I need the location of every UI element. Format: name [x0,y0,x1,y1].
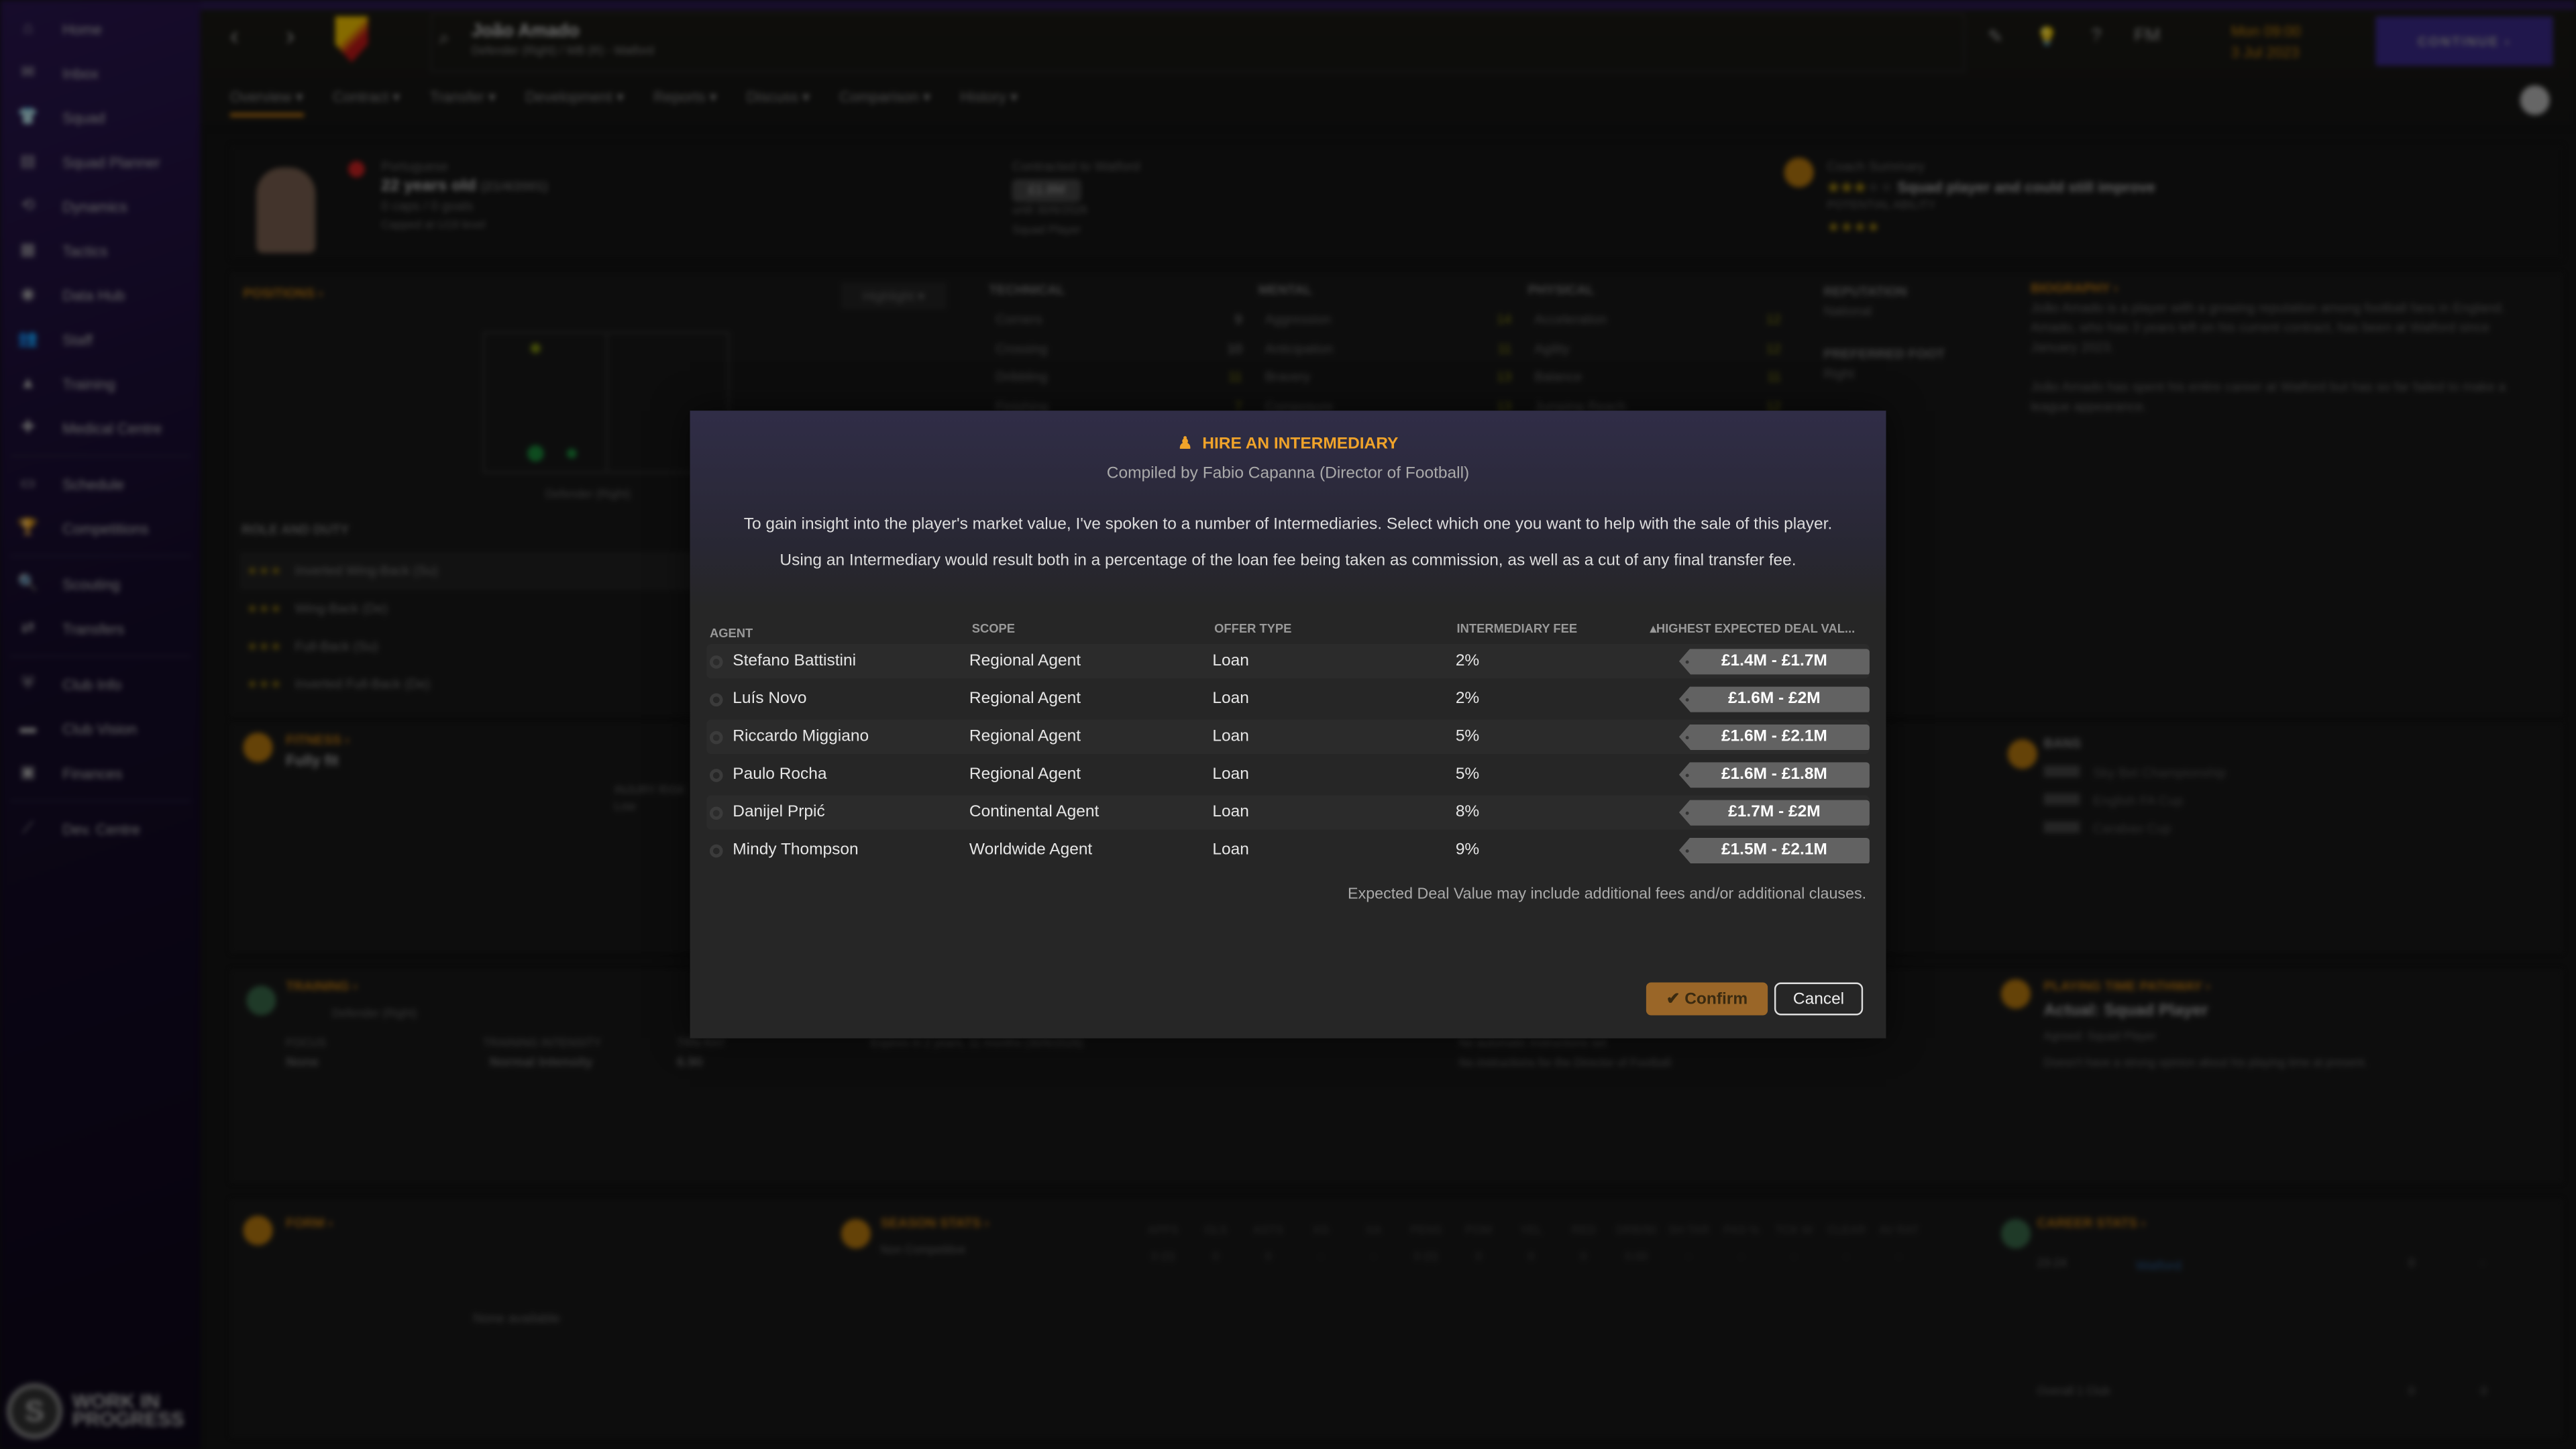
agent-name: Paulo Rocha [733,765,827,784]
agent-name: Danijel Prpić [733,803,825,822]
offer-type: Loan [1212,803,1249,822]
agent-scope: Continental Agent [969,803,1099,822]
deal-value: £1.4M - £1.7M [1721,652,1827,671]
column-fee[interactable]: INTERMEDIARY FEE [1457,621,1650,644]
select-radio[interactable] [709,806,723,819]
intermediary-table: AGENT SCOPE OFFER TYPE INTERMEDIARY FEE … [706,621,1870,871]
hire-intermediary-dialog: ♟ HIRE AN INTERMEDIARY Compiled by Fabio … [690,411,1886,1038]
select-radio[interactable] [709,654,723,668]
tag-hole-icon [1685,697,1689,701]
tag-hole-icon [1685,848,1689,852]
agent-name: Stefano Battistini [733,652,857,671]
agent-scope: Regional Agent [969,727,1081,746]
column-scope[interactable]: SCOPE [972,621,1214,644]
deal-value-tag: £1.7M - £2M [1678,799,1870,826]
deal-value-tag: £1.4M - £1.7M [1678,648,1870,675]
agent-scope: Regional Agent [969,690,1081,708]
select-radio[interactable] [709,692,723,706]
intermediary-fee: 9% [1455,841,1480,859]
select-radio[interactable] [709,843,723,857]
intermediary-row[interactable]: Danijel Prpić Continental Agent Loan 8% … [706,795,1870,830]
offer-type: Loan [1212,690,1249,708]
intermediary-row[interactable]: Paulo Rocha Regional Agent Loan 5% £1.6M… [706,757,1870,792]
deal-value: £1.5M - £2.1M [1721,841,1827,859]
select-radio[interactable] [709,730,723,744]
tag-hole-icon [1685,659,1689,663]
dialog-paragraph-2: Using an Intermediary would result both … [780,551,1796,570]
dialog-paragraph-1: To gain insight into the player's market… [743,515,1833,534]
intermediary-fee: 5% [1455,727,1480,746]
intermediary-row[interactable]: Riccardo Miggiano Regional Agent Loan 5%… [706,719,1870,755]
deal-value-tag: £1.6M - £2M [1678,686,1870,712]
select-radio[interactable] [709,767,723,782]
tag-hole-icon [1685,735,1689,739]
table-header: AGENT SCOPE OFFER TYPE INTERMEDIARY FEE … [706,621,1870,644]
confirm-button[interactable]: ✔ Confirm [1646,982,1768,1016]
intermediary-row[interactable]: Mindy Thompson Worldwide Agent Loan 9% £… [706,833,1870,867]
column-deal-value[interactable]: ▴HIGHEST EXPECTED DEAL VAL... [1650,621,1870,644]
dialog-title-text: HIRE AN INTERMEDIARY [1202,435,1399,453]
compiled-by: Compiled by Fabio Capanna (Director of F… [1106,465,1470,484]
deal-value: £1.6M - £2.1M [1721,727,1827,746]
agent-name: Mindy Thompson [733,841,859,859]
agent-scope: Regional Agent [969,765,1081,784]
tag-hole-icon [1685,810,1689,814]
deal-value: £1.6M - £1.8M [1721,765,1827,784]
deal-value: £1.7M - £2M [1728,803,1821,822]
deal-value: £1.6M - £2M [1728,690,1821,708]
person-pin-icon: ♟ [1177,435,1193,453]
offer-type: Loan [1212,727,1249,746]
dialog-title: ♟ HIRE AN INTERMEDIARY [690,435,1886,453]
deal-value-note: Expected Deal Value may include addition… [1348,885,1867,904]
intermediary-row[interactable]: Luís Novo Regional Agent Loan 2% £1.6M -… [706,682,1870,716]
intermediary-fee: 2% [1455,652,1480,671]
tag-hole-icon [1685,773,1689,777]
intermediary-fee: 2% [1455,690,1480,708]
column-offer-type[interactable]: OFFER TYPE [1214,621,1456,644]
intermediary-row[interactable]: Stefano Battistini Regional Agent Loan 2… [706,644,1870,679]
offer-type: Loan [1212,841,1249,859]
column-agent[interactable]: AGENT [706,621,972,644]
agent-name: Riccardo Miggiano [733,727,869,746]
offer-type: Loan [1212,765,1249,784]
offer-type: Loan [1212,652,1249,671]
agent-name: Luís Novo [733,690,807,708]
deal-value-tag: £1.6M - £1.8M [1678,761,1870,788]
cancel-button[interactable]: Cancel [1774,982,1864,1016]
deal-value-tag: £1.5M - £2.1M [1678,837,1870,863]
intermediary-fee: 8% [1455,803,1480,822]
agent-scope: Worldwide Agent [969,841,1093,859]
agent-scope: Regional Agent [969,652,1081,671]
deal-value-tag: £1.6M - £2.1M [1678,723,1870,750]
intermediary-fee: 5% [1455,765,1480,784]
